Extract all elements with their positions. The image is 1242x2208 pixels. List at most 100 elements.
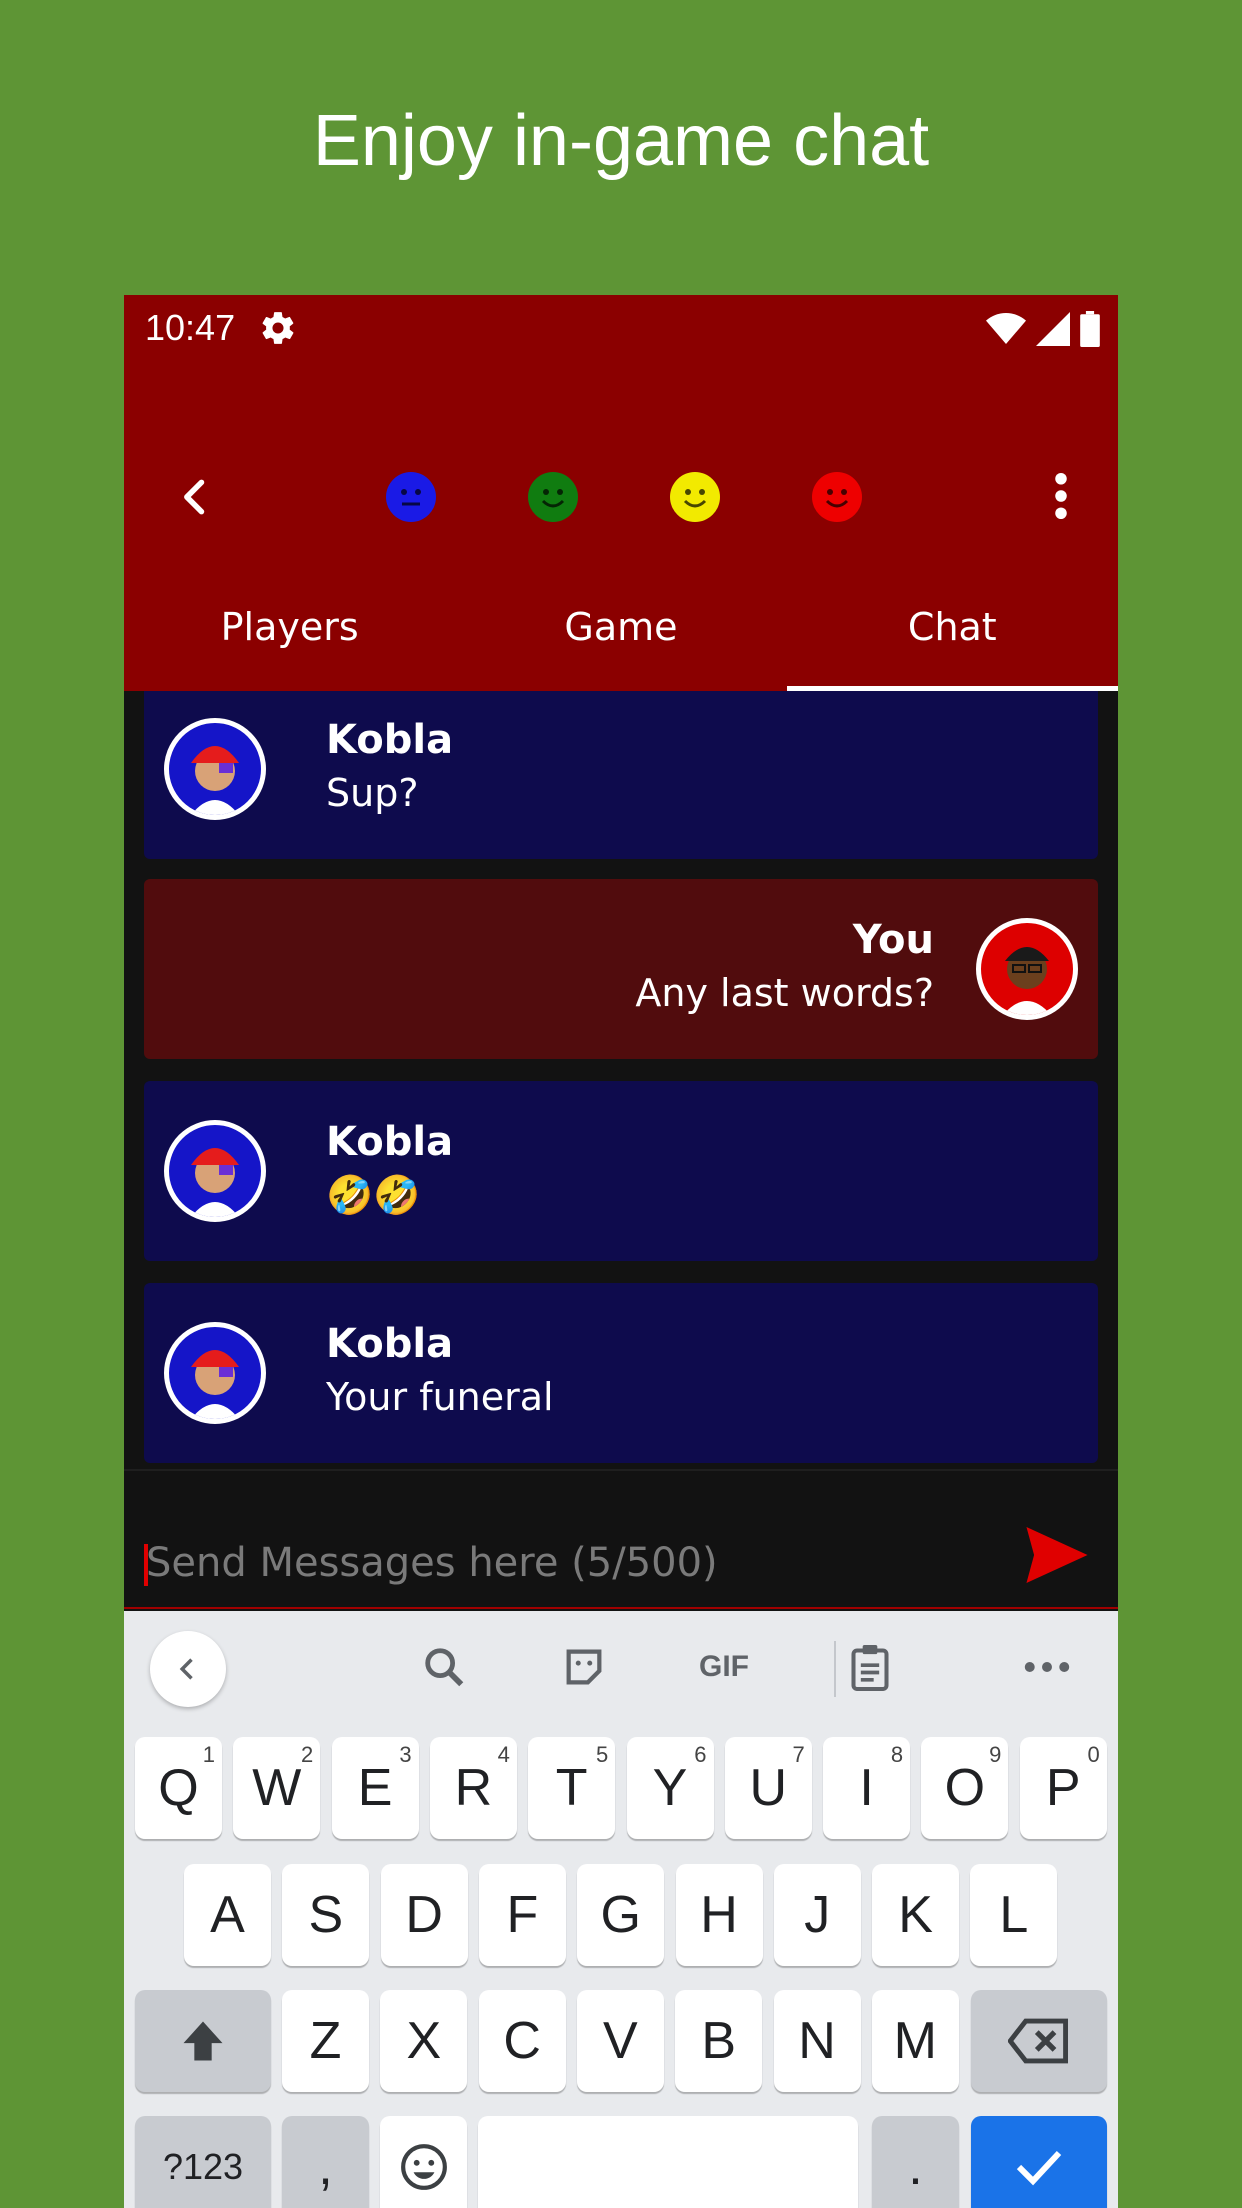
- search-icon[interactable]: [414, 1639, 474, 1695]
- key-number-hint: 2: [301, 1742, 314, 1767]
- chat-message: You Any last words?: [144, 879, 1098, 1059]
- key-l[interactable]: L: [970, 1864, 1058, 1966]
- key-d[interactable]: D: [380, 1864, 468, 1966]
- smile-face-icon: [528, 472, 578, 522]
- space-key[interactable]: [478, 2116, 858, 2208]
- gif-label: GIF: [699, 1650, 749, 1683]
- ellipsis-icon[interactable]: [1017, 1639, 1077, 1695]
- my-avatar: [976, 918, 1078, 1020]
- key-label: Q: [158, 1759, 199, 1817]
- key-number-hint: 4: [497, 1742, 510, 1767]
- chat-message-list[interactable]: Kobla Sup? You Any last words? Kobla 🤣🤣 …: [124, 691, 1118, 1465]
- keyboard-toolbar: GIF: [124, 1611, 1118, 1721]
- key-label: W: [252, 1759, 302, 1817]
- key-number-hint: 5: [595, 1742, 609, 1767]
- kobla-avatar: [164, 1120, 266, 1222]
- key-label: N: [798, 2012, 836, 2070]
- key-label: B: [701, 2012, 737, 2070]
- key-label: Y: [652, 1759, 688, 1817]
- message-text: Any last words?: [635, 971, 934, 1015]
- message-text: Sup?: [326, 771, 419, 815]
- key-b[interactable]: B: [675, 1990, 763, 2092]
- key-label: G: [600, 1886, 641, 1944]
- status-bar: 10:47: [124, 295, 1118, 365]
- key-number-hint: 9: [989, 1742, 1002, 1767]
- key-u[interactable]: U7: [724, 1737, 812, 1839]
- shift-key[interactable]: [135, 1990, 271, 2092]
- sender-name: You: [852, 917, 934, 963]
- key-label: F: [506, 1886, 539, 1944]
- key-c[interactable]: C: [478, 1990, 566, 2092]
- key-label: J: [804, 1886, 831, 1944]
- key-label: S: [308, 1886, 344, 1944]
- key-g[interactable]: G: [577, 1864, 665, 1966]
- kobla-avatar: [164, 1322, 266, 1424]
- back-arrow-icon[interactable]: [174, 475, 218, 519]
- key-label: H: [700, 1886, 738, 1944]
- key-j[interactable]: J: [773, 1864, 861, 1966]
- key-k[interactable]: K: [872, 1864, 960, 1966]
- system-icons: [986, 309, 1100, 349]
- key-number-hint: 3: [399, 1742, 412, 1767]
- comma-key[interactable]: ,: [282, 2116, 369, 2208]
- key-label: A: [210, 1886, 245, 1944]
- period-label: .: [908, 2138, 923, 2196]
- tab-game[interactable]: Game: [455, 575, 786, 691]
- key-label: I: [859, 1759, 874, 1817]
- key-label: R: [454, 1759, 493, 1817]
- key-f[interactable]: F: [478, 1864, 566, 1966]
- key-label: O: [944, 1759, 986, 1817]
- sticker-icon[interactable]: [554, 1639, 614, 1695]
- key-a[interactable]: A: [184, 1864, 271, 1966]
- promo-headline: Enjoy in-game chat: [312, 101, 930, 181]
- more-options-icon[interactable]: [1054, 473, 1068, 519]
- clipboard-icon[interactable]: [840, 1639, 900, 1695]
- send-icon[interactable]: [1026, 1527, 1088, 1583]
- key-label: T: [555, 1759, 588, 1817]
- key-m[interactable]: M: [871, 1990, 959, 2092]
- period-key[interactable]: .: [872, 2116, 959, 2208]
- battery-icon: [1080, 311, 1100, 347]
- chat-message: Kobla Your funeral: [144, 1283, 1098, 1463]
- key-t[interactable]: T5: [528, 1737, 616, 1839]
- key-v[interactable]: V: [576, 1990, 664, 2092]
- gif-button[interactable]: GIF: [694, 1639, 754, 1695]
- key-label: L: [999, 1886, 1029, 1944]
- key-y[interactable]: Y6: [626, 1737, 714, 1839]
- keyboard-collapse-button[interactable]: [150, 1631, 226, 1707]
- backspace-key[interactable]: [971, 1990, 1107, 2092]
- key-q[interactable]: Q1: [135, 1737, 222, 1839]
- key-i[interactable]: I8: [823, 1737, 911, 1839]
- wifi-icon: [986, 313, 1026, 344]
- chat-message: Kobla Sup?: [144, 691, 1098, 859]
- player-faces: [386, 472, 862, 522]
- key-x[interactable]: X: [380, 1990, 468, 2092]
- key-n[interactable]: N: [773, 1990, 861, 2092]
- key-e[interactable]: E3: [331, 1737, 419, 1839]
- key-label: P: [1045, 1759, 1081, 1817]
- kobla-avatar: [164, 718, 266, 820]
- key-o[interactable]: O9: [921, 1737, 1009, 1839]
- key-h[interactable]: H: [675, 1864, 763, 1966]
- emoji-key[interactable]: [380, 2116, 467, 2208]
- key-label: Z: [309, 2012, 342, 2070]
- key-s[interactable]: S: [282, 1864, 370, 1966]
- message-text: 🤣🤣: [326, 1173, 421, 1217]
- key-z[interactable]: Z: [282, 1990, 369, 2092]
- key-label: K: [898, 1886, 933, 1944]
- settings-gear-icon: [262, 312, 294, 344]
- key-p[interactable]: P0: [1019, 1737, 1107, 1839]
- key-number-hint: 1: [202, 1742, 215, 1767]
- enter-key[interactable]: [971, 2116, 1107, 2208]
- message-input[interactable]: [146, 1531, 926, 1595]
- sender-name: Kobla: [326, 1321, 454, 1367]
- key-w[interactable]: W2: [233, 1737, 321, 1839]
- tab-chat[interactable]: Chat: [786, 575, 1118, 691]
- toolbar-separator: [834, 1641, 836, 1697]
- tab-players[interactable]: Players: [124, 575, 455, 691]
- key-label: X: [406, 2012, 442, 2070]
- symbols-key[interactable]: ?123: [135, 2116, 271, 2208]
- key-label: C: [503, 2012, 541, 2070]
- key-r[interactable]: R4: [429, 1737, 517, 1839]
- key-number-hint: 0: [1087, 1742, 1100, 1767]
